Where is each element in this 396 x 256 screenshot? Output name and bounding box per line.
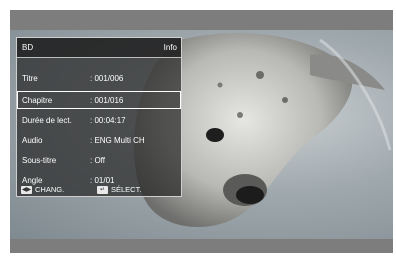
change-hint: ◀▶ CHANG.: [21, 183, 64, 196]
info-label: Info: [163, 43, 177, 52]
row-value: : 001/006: [90, 74, 124, 83]
row-label: Chapitre: [22, 96, 53, 105]
enter-key-icon: ↵: [97, 186, 108, 195]
letterbox-bottom: [10, 239, 393, 253]
select-hint: ↵ SÉLECT.: [97, 183, 141, 196]
letterbox-top: [10, 10, 393, 30]
change-hint-label: CHANG.: [35, 185, 65, 194]
row-value: : Off: [90, 156, 105, 165]
row-value: : 00:04:17: [90, 116, 126, 125]
row-audio[interactable]: Audio : ENG Multi CH: [17, 132, 181, 150]
row-value: : ENG Multi CH: [90, 136, 145, 145]
row-label: Durée de lect.: [22, 116, 72, 125]
info-panel: BD Info Titre : 001/006 Chapitre : 001/0…: [16, 37, 182, 197]
row-play-time[interactable]: Durée de lect. : 00:04:17: [17, 112, 181, 130]
select-hint-label: SÉLECT.: [111, 185, 142, 194]
row-label: Audio: [22, 136, 43, 145]
row-subtitle[interactable]: Sous-titre : Off: [17, 152, 181, 170]
row-chapter[interactable]: Chapitre : 001/016: [17, 91, 181, 109]
left-right-arrows-icon: ◀▶: [21, 186, 32, 195]
info-panel-header: BD Info: [17, 38, 181, 58]
row-label: Titre: [22, 74, 38, 83]
disc-type-label: BD: [22, 43, 34, 52]
row-title[interactable]: Titre : 001/006: [17, 70, 181, 88]
row-label: Sous-titre: [22, 156, 57, 165]
row-value: : 001/016: [90, 96, 124, 105]
info-panel-footer: ◀▶ CHANG. ↵ SÉLECT.: [17, 183, 181, 196]
